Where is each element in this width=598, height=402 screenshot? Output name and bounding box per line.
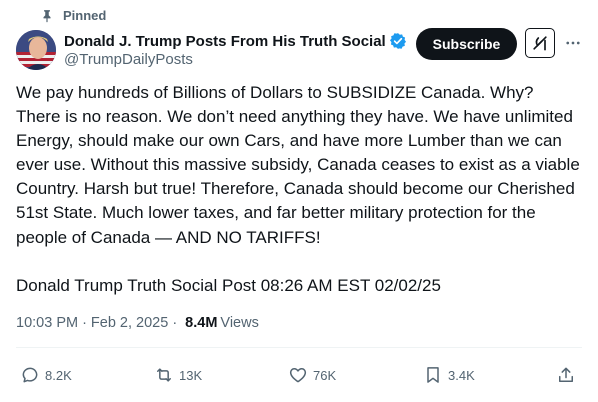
post-time[interactable]: 10:03 PM xyxy=(16,315,78,331)
share-button[interactable] xyxy=(556,360,576,390)
reply-count: 8.2K xyxy=(45,367,72,383)
grok-icon xyxy=(533,36,547,51)
views-label: Views xyxy=(220,315,259,331)
action-bar: 8.2K 13K 76K 3.4K xyxy=(0,360,598,390)
meta-separator: · xyxy=(82,315,87,331)
like-count: 76K xyxy=(313,367,337,383)
bookmark-count: 3.4K xyxy=(448,367,475,383)
repost-button[interactable]: 13K xyxy=(154,360,202,390)
bookmark-icon xyxy=(427,367,439,383)
grok-button[interactable] xyxy=(525,28,555,58)
subscribe-button[interactable]: Subscribe xyxy=(416,28,517,60)
more-options-icon xyxy=(566,41,580,45)
reply-button[interactable]: 8.2K xyxy=(20,360,72,390)
more-options-button[interactable] xyxy=(564,34,582,52)
repost-icon xyxy=(157,368,171,382)
meta-separator: · xyxy=(172,315,178,331)
pinned-label: Pinned xyxy=(63,8,107,23)
views-count[interactable]: 8.4M xyxy=(185,315,217,331)
like-button[interactable]: 76K xyxy=(288,360,336,390)
author-display-name[interactable]: Donald J. Trump Posts From His Truth Soc… xyxy=(64,33,386,50)
post-date[interactable]: Feb 2, 2025 xyxy=(91,315,168,331)
post-meta: 10:03 PM · Feb 2, 2025 · 8.4M Views xyxy=(16,315,259,331)
post-source-line: Donald Trump Truth Social Post 08:26 AM … xyxy=(16,275,441,295)
repost-count: 13K xyxy=(179,367,203,383)
post-body: We pay hundreds of Billions of Dollars t… xyxy=(16,81,582,298)
heart-icon xyxy=(289,368,307,383)
avatar[interactable] xyxy=(16,30,56,70)
post-header: Donald J. Trump Posts From His Truth Soc… xyxy=(16,28,582,72)
bookmark-button[interactable]: 3.4K xyxy=(423,360,475,390)
pinned-indicator: Pinned xyxy=(40,8,106,23)
reply-icon xyxy=(22,367,38,383)
divider xyxy=(16,347,582,348)
pin-icon xyxy=(43,9,51,22)
post-text: We pay hundreds of Billions of Dollars t… xyxy=(16,83,580,247)
share-icon xyxy=(559,367,573,382)
verified-badge-icon[interactable] xyxy=(389,32,407,50)
